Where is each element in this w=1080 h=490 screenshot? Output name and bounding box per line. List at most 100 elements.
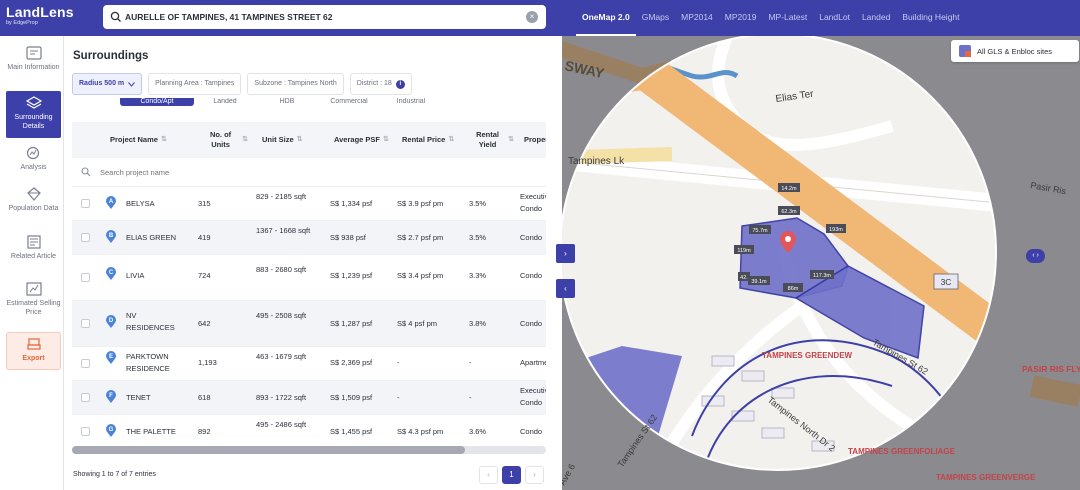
district-chip: District : 18 i [349,73,412,95]
map-pin-icon: E [105,351,117,365]
column-header-units[interactable]: No. of Units ⇅ [202,122,248,158]
sidebar-item-related-article[interactable]: Related Article [6,235,61,275]
row-checkbox[interactable] [81,359,90,368]
sidebar-item-population-data[interactable]: Population Data [6,187,61,227]
tab-industrial[interactable]: Industrial [380,98,442,106]
project-name[interactable]: TENET [126,392,198,404]
sidebar-item-surrounding-details[interactable]: Surrounding Details [6,91,61,138]
entries-summary: Showing 1 to 7 of 7 entries [73,471,156,478]
row-checkbox[interactable] [81,233,90,242]
rental-price: - [397,393,400,402]
unit-count: 1,193 [198,358,217,367]
measurement-label: 42. [740,275,748,281]
top-bar: LandLens by EdgeProp × OneMap 2.0 GMaps … [0,0,1080,36]
table-row[interactable]: G THE PALETTE 892 495 - 2486 sqft S$ 1,4… [72,414,546,448]
chevron-down-icon [128,81,136,87]
table-row[interactable]: B ELIAS GREEN 419 1367 - 1668 sqft S$ 93… [72,220,546,254]
map-view[interactable]: 14.2m 62.3m 75.7m 193m 119m 42. 39.1m 86… [562,36,1080,490]
row-checkbox[interactable] [81,319,90,328]
project-name[interactable]: THE PALETTE [126,426,198,438]
column-header-rental-yield[interactable]: Rental Yield ⇅ [470,122,514,158]
tab-mp2014[interactable]: MP2014 [675,0,719,36]
rental-price: S$ 2.7 psf pm [397,233,444,242]
project-search-input[interactable] [100,164,300,180]
column-header-unit-size[interactable]: Unit Size ⇅ [262,122,324,158]
column-header-property-type[interactable]: Property Type [524,122,546,158]
rental-price: - [397,358,400,367]
project-name[interactable]: ELIAS GREEN [126,232,198,244]
info-icon[interactable]: i [395,79,405,89]
rental-price: S$ 4.3 psf pm [397,427,444,436]
previous-page-button[interactable]: ‹ [479,466,498,484]
tab-commercial[interactable]: Commercial [318,98,380,106]
radius-dropdown[interactable]: Radius 500 m [72,73,143,95]
table-row[interactable]: A BELYSA 315 829 - 2185 sqft S$ 1,334 ps… [72,186,546,220]
export-label: Export [22,355,45,362]
sidebar-item-label: Main Information [7,64,60,71]
next-page-button[interactable]: › [525,466,544,484]
tab-landed[interactable]: Landed [856,0,896,36]
measurement-label: 39.1m [751,279,767,285]
filter-chips: Radius 500 m Planning Area : Tampines Su… [72,73,412,95]
measurement-label: 14.2m [781,186,797,192]
row-checkbox[interactable] [81,427,90,436]
page-1-button[interactable]: 1 [502,466,521,484]
tab-mp2019[interactable]: MP2019 [719,0,763,36]
table-row[interactable]: D NV RESIDENCES 642 495 - 2508 sqft S$ 1… [72,300,546,346]
measurement-label: 62.3m [781,209,797,215]
table-search-row [72,158,546,186]
scrollbar-thumb[interactable] [72,446,465,454]
tab-landlot[interactable]: LandLot [813,0,856,36]
app-logo[interactable]: LandLens by EdgeProp [6,4,74,27]
column-header-project-name[interactable]: Project Name ⇅ [110,122,192,158]
tab-onemap[interactable]: OneMap 2.0 [576,0,636,36]
sidebar-item-label: Population Data [8,205,59,212]
table-row[interactable]: F TENET 618 893 - 1722 sqft S$ 1,509 psf… [72,380,546,414]
article-icon [26,235,41,249]
table-row[interactable]: C LIVIA 724 883 - 2680 sqft S$ 1,239 psf… [72,254,546,300]
sidebar-item-estimated-selling-price[interactable]: Estimated Selling Price [6,282,61,324]
table-header: Project Name ⇅ No. of Units ⇅ Unit Size ⇅ A… [72,122,546,158]
unit-count: 892 [198,427,211,436]
property-type-tabs: Condo/Apt Landed HDB Commercial Industri… [120,98,442,106]
sidebar-item-label: Analysis [20,164,47,171]
project-name[interactable]: BELYSA [126,198,198,210]
clear-search-icon[interactable]: × [526,11,538,23]
tab-hdb[interactable]: HDB [256,98,318,106]
row-checkbox[interactable] [81,199,90,208]
sidebar-item-main-information[interactable]: Main Information [6,46,61,88]
sort-icon: ⇅ [242,136,248,143]
sidebar: Main Information Surrounding Details Ana… [0,36,64,490]
property-type: Condo [520,233,543,242]
tab-landed[interactable]: Landed [194,98,256,106]
property-type: Executive Condo [520,386,546,407]
tab-building-height[interactable]: Building Height [896,0,965,36]
map-nav-toggle[interactable]: ‹ › [1026,249,1045,263]
project-name[interactable]: NV RESIDENCES [126,310,186,334]
map-canvas[interactable]: 14.2m 62.3m 75.7m 193m 119m 42. 39.1m 86… [562,36,1080,490]
export-button[interactable]: Export [6,332,61,370]
table-row[interactable]: E PARKTOWN RESIDENCE 1,193 463 - 1679 sq… [72,346,546,380]
column-header-rental-price[interactable]: Rental Price ⇅ [402,122,462,158]
sidebar-item-analysis[interactable]: Analysis [6,146,61,176]
collapse-panel-button[interactable]: › [556,244,575,263]
sidebar-item-label: Related Article [10,253,57,260]
surroundings-panel: Surroundings Radius 500 m Planning Area … [64,36,562,490]
gls-enbloc-layer-toggle[interactable]: All GLS & Enbloc sites [951,40,1079,62]
pagination: ‹ 1 › [479,466,544,484]
average-psf: S$ 1,455 psf [330,427,373,436]
column-header-average-psf[interactable]: Average PSF ⇅ [334,122,392,158]
tab-mp-latest[interactable]: MP-Latest [762,0,813,36]
expand-panel-button[interactable]: ‹ [556,279,575,298]
project-name[interactable]: PARKTOWN RESIDENCE [126,351,196,375]
address-search-input[interactable] [125,7,520,27]
tab-gmaps[interactable]: GMaps [636,0,675,36]
row-checkbox[interactable] [81,393,90,402]
row-checkbox[interactable] [81,273,90,282]
map-label-greenfoliage: TAMPINES GREENFOLIAGE [848,447,956,456]
table-horizontal-scrollbar[interactable] [72,446,546,454]
address-search-box[interactable]: × [103,5,546,29]
map-label-block: 3C [941,277,952,287]
project-name[interactable]: LIVIA [126,270,198,282]
tab-condo-apt[interactable]: Condo/Apt [120,98,194,106]
